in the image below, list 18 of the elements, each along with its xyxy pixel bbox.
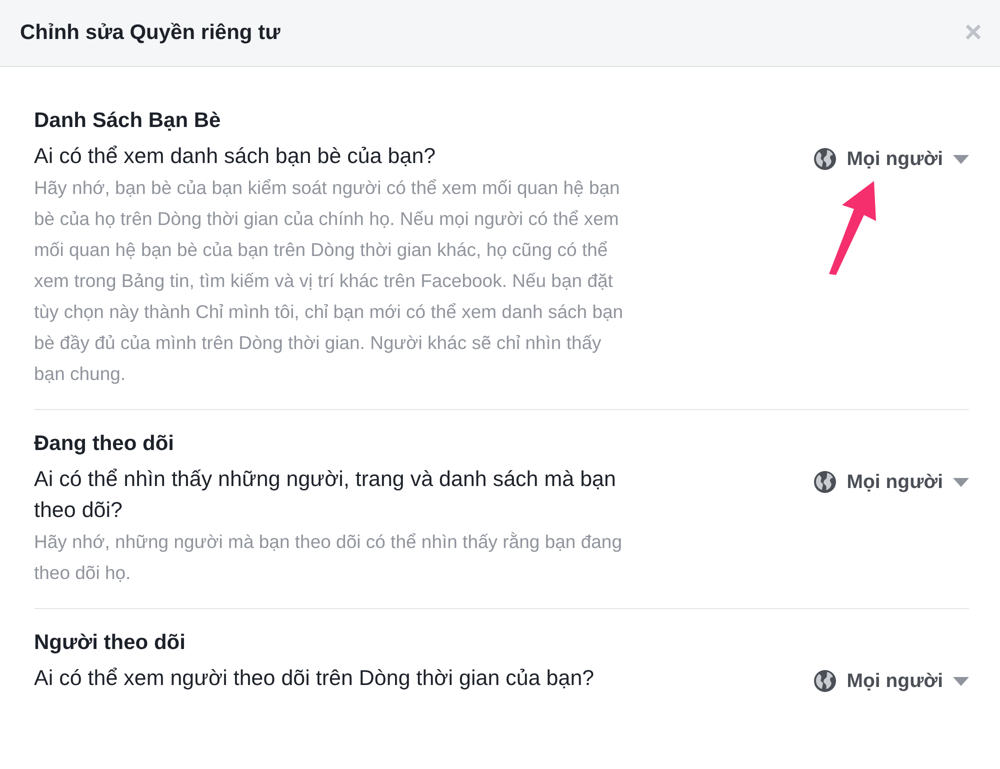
section-title: Người theo dõi [34,631,186,655]
section-description: Hãy nhớ, những người mà bạn theo dõi có thể nhìn thấy rằng bạn đang theo dõi họ. [34,530,623,585]
dialog-title: Chỉnh sửa Quyền riêng tư [20,21,280,45]
caret-icon [953,478,969,486]
section-title: Danh Sách Bạn Bè [34,109,222,133]
section-description: Hãy nhớ, bạn bè của bạn kiểm soát người có thể xem mối quan hệ bạn bè của họ trên Dòng thời gian của chính họ. Nếu mọi người có thể xem mối quan hệ bạn bè của bạn trên Dòng thời gian khác, họ cũng có thể xem trong Bảng tin, tìm kiếm và vị trí khác trên Facebook. Nếu bạn đặt tùy chọn này thành Chỉ mình tôi, chỉ bạn mới có thể xem danh sách bạn bè đầy đủ của mình trên Dòng thời gian. Người khác sẽ chỉ nhìn thấy bạn chung. [34,176,624,386]
caret-icon [953,154,969,164]
section-title: Đang theo dõi [34,432,175,456]
globe-icon [812,669,837,693]
section-question: Ai có thể xem người theo dõi trên Dòng thời gian của bạn? [34,665,596,692]
globe-icon [812,147,837,171]
section-question: Ai có thể nhìn thấy những người, trang và danh sách mà bạn theo dõi? [34,466,617,524]
globe-icon [812,470,837,494]
audience-dropdown[interactable]: Mọi người [812,470,969,494]
audience-dropdown[interactable]: Mọi người [812,669,969,693]
caret-icon [953,676,969,686]
audience-dropdown[interactable]: Mọi người [812,147,969,171]
section-question: Ai có thể xem danh sách bạn bè của bạn? [34,143,437,170]
